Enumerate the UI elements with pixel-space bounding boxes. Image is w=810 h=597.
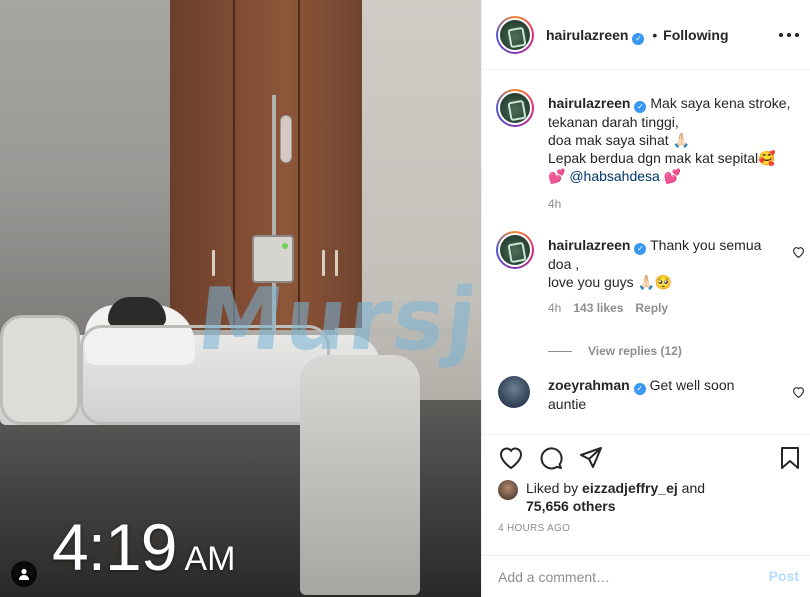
avatar	[500, 20, 530, 50]
comment-text-2: doa ,	[548, 256, 580, 272]
liked-by-user[interactable]: eizzadjeffry_ej	[582, 480, 678, 496]
comment-2: zoeyrahman ✓ Get well soon auntie	[548, 376, 778, 413]
caption-text-1: Mak saya kena stroke,	[650, 95, 791, 111]
post-header: hairulazreen ✓ • Following	[482, 0, 810, 70]
comment-input[interactable]	[498, 566, 758, 588]
share-icon[interactable]	[578, 445, 604, 471]
comment-1: hairulazreen ✓ Thank you semua doa , love…	[548, 236, 778, 315]
bed-rail	[0, 315, 80, 425]
liked-by: Liked by eizzadjeffry_ej and	[526, 479, 705, 497]
bookmark-icon[interactable]	[777, 445, 803, 471]
comment-meta: 4h 143 likes Reply	[548, 301, 778, 315]
caption-mention[interactable]: @habsahdesa	[569, 168, 660, 184]
liked-by-avatar[interactable]	[498, 480, 518, 500]
comment-age[interactable]: 4h	[548, 301, 561, 315]
time-overlay: 4:19 AM	[52, 514, 235, 592]
avatar	[500, 93, 530, 123]
caption-age[interactable]: 4h	[548, 197, 803, 211]
verified-icon: ✓	[632, 33, 645, 45]
iv-bag	[280, 115, 292, 163]
caption-line-1: hairulazreen ✓ Mak saya kena stroke,	[548, 94, 803, 113]
post-panel: hairulazreen ✓ • Following hairulazreen ✓ …	[481, 0, 810, 597]
post-actions: Liked by eizzadjeffry_ej and 75,656 othe…	[482, 434, 810, 597]
comment-text-3: love you guys 🙏🏻🥺	[548, 274, 673, 290]
comment-like-heart-icon[interactable]	[792, 246, 805, 258]
caption-text-5: 💕 @habsahdesa 💕	[548, 168, 682, 184]
avatar[interactable]	[498, 376, 530, 408]
comment-username[interactable]: hairulazreen	[548, 237, 630, 253]
bed-footboard	[300, 355, 420, 595]
reply-button[interactable]: Reply	[635, 301, 668, 315]
comment-text-2: auntie	[548, 396, 587, 412]
header-username[interactable]: hairulazreen	[546, 27, 628, 43]
time-ampm: AM	[184, 540, 236, 578]
caption-username[interactable]: hairulazreen	[548, 95, 630, 111]
view-replies-label[interactable]: View replies (12)	[588, 344, 682, 358]
heart-icon[interactable]	[498, 445, 524, 471]
post-button[interactable]: Post	[769, 568, 799, 584]
header-avatar[interactable]	[496, 16, 534, 54]
view-replies-line	[548, 350, 572, 352]
view-replies[interactable]: View replies (12)	[548, 344, 682, 358]
verified-icon: ✓	[633, 383, 646, 395]
comment-icon[interactable]	[538, 445, 564, 471]
avatar	[500, 235, 530, 265]
verified-icon: ✓	[634, 101, 647, 113]
comment-likes[interactable]: 143 likes	[573, 301, 623, 315]
caption-text-4: Lepak berdua dgn mak kat sepital🥰	[548, 150, 776, 166]
comment-like-heart-icon[interactable]	[792, 386, 805, 398]
header-separator: •	[652, 27, 658, 43]
comment-text-1: Get well soon	[649, 377, 735, 393]
verified-icon: ✓	[634, 243, 647, 255]
patient-head	[108, 297, 166, 327]
pump-light	[282, 243, 288, 249]
watermark: Mursj	[192, 270, 481, 370]
caption-text-2: tekanan darah tinggi,	[548, 114, 679, 130]
comment-text-1: Thank you semua	[650, 237, 762, 253]
liked-by-and: and	[681, 480, 706, 496]
post-timestamp[interactable]: 4 HOURS AGO	[498, 523, 570, 534]
comments-section[interactable]: hairulazreen ✓ Mak saya kena stroke, teka…	[482, 70, 810, 434]
comment-username[interactable]: zoeyrahman	[548, 377, 630, 393]
caption: hairulazreen ✓ Mak saya kena stroke, teka…	[548, 94, 803, 211]
following-button[interactable]: Following	[663, 27, 728, 43]
likes-count[interactable]: 75,656 others	[526, 497, 616, 515]
add-comment-bar: Post	[482, 555, 810, 597]
time-digits: 4:19	[52, 510, 177, 584]
person-icon[interactable]	[11, 561, 37, 587]
more-icon[interactable]	[779, 27, 799, 43]
liked-by-prefix: Liked by	[526, 480, 579, 496]
caption-text-3: doa mak saya sihat 🙏🏻	[548, 132, 690, 148]
post-photo[interactable]: Mursj 4:19 AM	[0, 0, 481, 597]
comment-avatar[interactable]	[496, 231, 534, 269]
caption-avatar[interactable]	[496, 89, 534, 127]
